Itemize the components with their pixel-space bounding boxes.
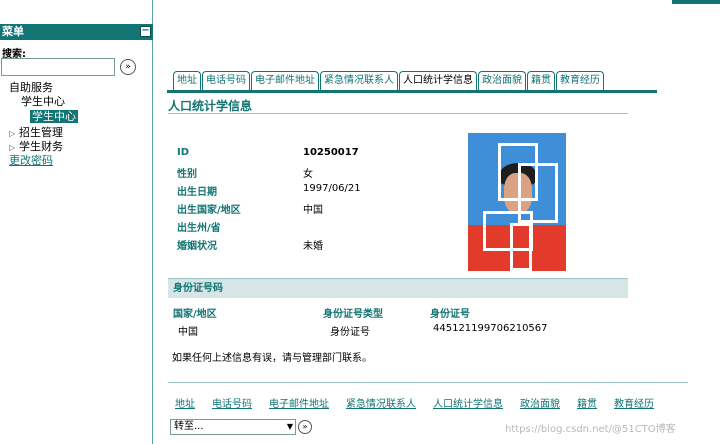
link-emergency-contact[interactable]: 紧急情况联系人 — [346, 395, 416, 410]
birthdate-label: 出生日期 — [177, 187, 217, 198]
search-input[interactable] — [1, 58, 115, 76]
tab-address[interactable]: 地址 — [173, 71, 201, 90]
change-password-link[interactable]: 更改密码 — [9, 152, 53, 168]
marital-status-label: 婚姻状况 — [177, 241, 217, 252]
notice-text: 如果任何上述信息有误，请与管理部门联系。 — [172, 353, 372, 364]
gender-value: 女 — [303, 169, 313, 180]
triangle-right-icon: ▷ — [9, 143, 16, 152]
chevron-down-icon: ▼ — [286, 422, 293, 431]
id-value: 10250017 — [303, 147, 359, 158]
tab-emergency-contact[interactable]: 紧急情况联系人 — [320, 71, 398, 90]
arrow-right-circle-icon[interactable]: » — [298, 420, 312, 434]
sidebar-menu: 菜单 − 搜索: » 自助服务 学生中心 学生中心 ▷ 招生管理 ▷ 学生财务 更改… — [0, 0, 153, 444]
tree-item-student-center[interactable]: 学生中心 — [21, 93, 65, 109]
id-section-header: 身份证号码 — [168, 278, 628, 298]
link-political-status[interactable]: 政治面貌 — [520, 395, 560, 410]
student-photo — [468, 133, 566, 271]
id-number-cell: 445121199706210567 — [433, 323, 548, 334]
tab-email[interactable]: 电子邮件地址 — [251, 71, 319, 90]
tab-political-status[interactable]: 政治面貌 — [478, 71, 526, 90]
arrow-right-circle-icon[interactable]: » — [120, 59, 136, 75]
top-accent-bar — [672, 0, 720, 4]
tab-demographic[interactable]: 人口统计学信息 — [399, 71, 477, 90]
tab-bar: 地址 电话号码 电子邮件地址 紧急情况联系人 人口统计学信息 政治面貌 籍贯 教育经历 — [173, 71, 605, 91]
birth-country-value: 中国 — [303, 205, 323, 216]
id-country-cell: 中国 — [178, 327, 198, 338]
birthdate-value: 1997/06/21 — [303, 183, 361, 194]
page-title: 人口统计学信息 — [168, 99, 253, 113]
goto-select[interactable]: 转至... ▼ — [170, 419, 296, 435]
link-address[interactable]: 地址 — [175, 395, 195, 410]
tab-native-place[interactable]: 籍贯 — [527, 71, 555, 90]
id-type-col-header: 身份证号类型 — [323, 309, 383, 320]
tree-item-student-center-selected[interactable]: 学生中心 — [30, 108, 78, 124]
country-col-header: 国家/地区 — [173, 309, 217, 320]
watermark: https://blog.csdn.net/@51CTO博客 — [505, 424, 676, 435]
tab-phone[interactable]: 电话号码 — [202, 71, 250, 90]
link-phone[interactable]: 电话号码 — [212, 395, 252, 410]
marital-status-value: 未婚 — [303, 241, 323, 252]
id-type-cell: 身份证号 — [330, 327, 370, 338]
triangle-right-icon: ▷ — [9, 129, 16, 138]
link-demographic[interactable]: 人口统计学信息 — [433, 395, 503, 410]
menu-header: 菜单 − — [0, 24, 153, 40]
id-label: ID — [177, 147, 190, 158]
goto-select-value: 转至... — [174, 421, 204, 432]
divider — [168, 113, 628, 114]
link-native-place[interactable]: 籍贯 — [577, 395, 597, 410]
link-email[interactable]: 电子邮件地址 — [269, 395, 329, 410]
birth-province-label: 出生州/省 — [177, 223, 221, 234]
link-education[interactable]: 教育经历 — [614, 395, 654, 410]
divider — [168, 382, 688, 383]
gender-label: 性别 — [177, 169, 197, 180]
tab-underline — [167, 90, 657, 93]
tab-education[interactable]: 教育经历 — [556, 71, 604, 90]
birth-country-label: 出生国家/地区 — [177, 205, 241, 216]
bottom-nav: 地址 电话号码 电子邮件地址 紧急情况联系人 人口统计学信息 政治面貌 籍贯 教育经历 — [175, 395, 671, 410]
menu-title: 菜单 — [2, 25, 24, 38]
minus-icon[interactable]: − — [140, 26, 151, 37]
id-number-col-header: 身份证号 — [430, 309, 470, 320]
